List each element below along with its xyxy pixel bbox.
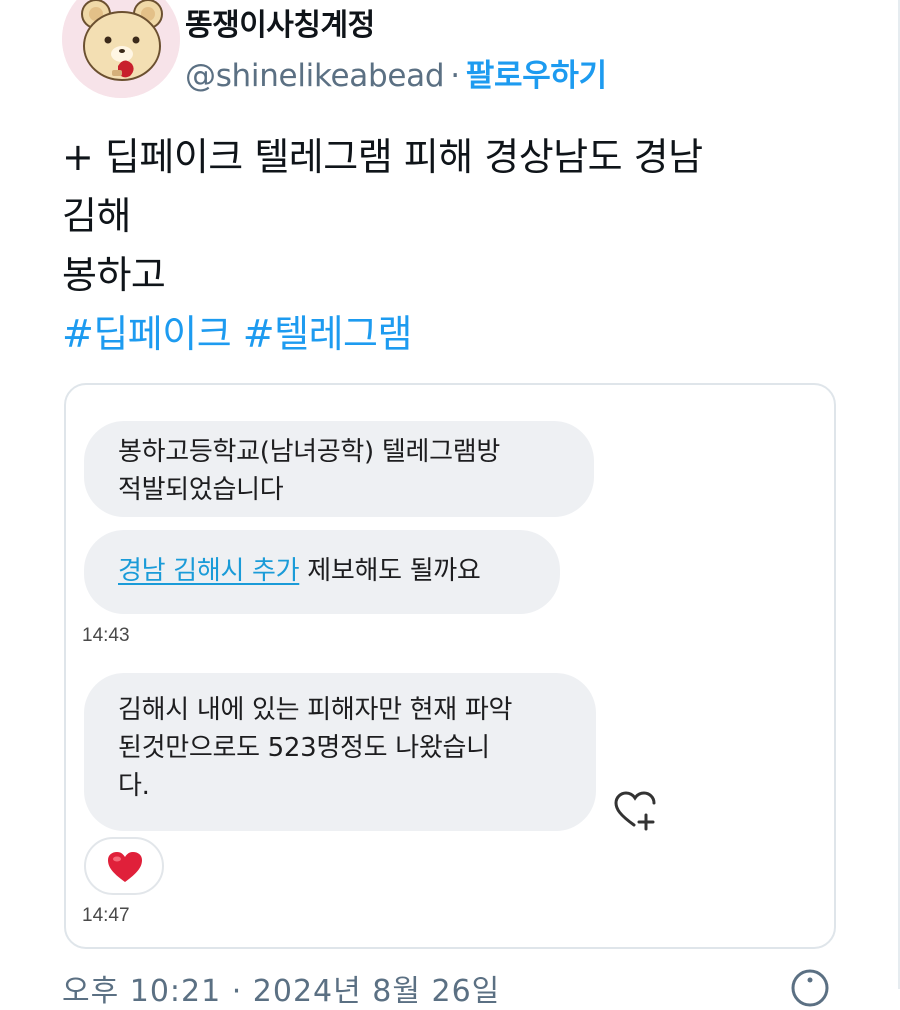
chat-bubble-text: 김해시 내에 있는 피해자만 현재 파악 <box>118 695 513 725</box>
heart-reaction-icon <box>108 852 142 882</box>
avatar[interactable] <box>62 0 180 98</box>
tweet-body: + 딥페이크 텔레그램 피해 경상남도 경남 김해 봉하고 #딥페이크 #텔레그… <box>62 128 862 364</box>
heart-plus-icon[interactable] <box>614 791 658 831</box>
chat-bubble-text: 다. <box>118 771 150 801</box>
message-timestamp: 14:43 <box>82 625 130 646</box>
tweet-text-line: + 딥페이크 텔레그램 피해 경상남도 경남 <box>62 135 703 179</box>
follow-button[interactable]: 팔로우하기 <box>466 58 607 94</box>
tweet-text-line: 김해 <box>62 194 131 238</box>
chat-bubble: 경남 김해시 추가 제보해도 될까요 <box>84 530 560 614</box>
tweet-timestamp[interactable]: 오후 10:21 · 2024년 8월 26일 <box>62 966 500 1010</box>
hashtag-telegram[interactable]: #텔레그램 <box>243 312 413 356</box>
bear-avatar-icon <box>62 0 180 98</box>
separator-dot: · <box>450 58 460 94</box>
reaction-pill[interactable] <box>84 837 164 895</box>
hashtag-deepfake[interactable]: #딥페이크 <box>62 312 232 356</box>
handle[interactable]: @shinelikeabead <box>185 58 445 94</box>
chat-bubble-text: 봉하고등학교(남녀공학) 텔레그램방 <box>118 437 500 467</box>
chat-bubble-text: 제보해도 될까요 <box>299 556 481 586</box>
chat-bubble-text: 된것만으로도 523명정도 나왔습니 <box>118 733 490 763</box>
display-name[interactable]: 똥쟁이사칭계정 <box>185 0 375 44</box>
tweet-text-line: 봉하고 <box>62 253 166 297</box>
chat-bubble-text: 적발되었습니다 <box>118 475 284 505</box>
tweet-frame: 똥쟁이사칭계정 @shinelikeabead · 팔로우하기 + 딥페이크 텔레그… <box>0 0 900 1009</box>
message-timestamp: 14:47 <box>82 905 130 926</box>
chat-bubble: 봉하고등학교(남녀공학) 텔레그램방 적발되었습니다 <box>84 421 594 517</box>
hashtag-row: #딥페이크 #텔레그램 <box>62 305 862 364</box>
chat-link[interactable]: 경남 김해시 추가 <box>118 556 300 586</box>
info-icon[interactable] <box>790 968 830 1008</box>
chat-screenshot-card[interactable]: 봉하고등학교(남녀공학) 텔레그램방 적발되었습니다 경남 김해시 추가 제보해… <box>64 383 836 949</box>
chat-bubble: 김해시 내에 있는 피해자만 현재 파악 된것만으로도 523명정도 나왔습니 … <box>84 673 596 831</box>
handle-row: @shinelikeabead · 팔로우하기 <box>185 50 607 95</box>
